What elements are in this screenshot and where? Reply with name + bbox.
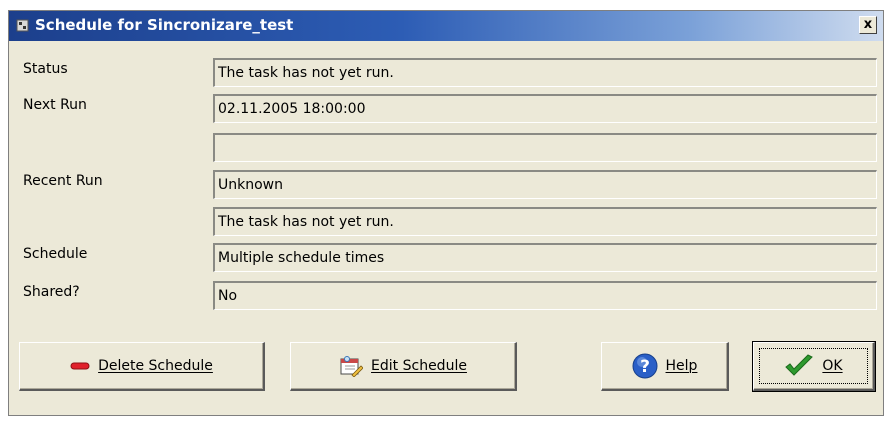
recent-run-status-field: The task has not yet run. [213,207,877,236]
delete-schedule-button[interactable]: Delete Schedule [19,342,265,391]
help-label: Help [665,358,698,374]
status-field: The task has not yet run. [213,58,877,87]
scheduler-app-icon [16,19,29,32]
edit-schedule-label: Edit Schedule [371,358,467,374]
close-icon: x [863,17,873,32]
svg-text:?: ? [640,357,650,377]
delete-schedule-label: Delete Schedule [98,358,213,374]
schedule-field: Multiple schedule times [213,243,877,272]
ok-button[interactable]: OK [752,341,876,392]
recent-run-label: Recent Run [23,173,103,189]
edit-schedule-button[interactable]: Edit Schedule [290,342,517,391]
recent-run-field: Unknown [213,170,877,199]
focus-rectangle [759,348,868,384]
shared-field: No [213,281,877,310]
next-run-extra-field [213,133,877,162]
title-bar[interactable]: Schedule for Sincronizare_test x [9,11,883,41]
shared-label: Shared? [23,284,80,300]
help-button[interactable]: ? Help [601,342,729,391]
next-run-field: 02.11.2005 18:00:00 [213,94,877,123]
close-button[interactable]: x [859,16,877,34]
status-label: Status [23,61,68,77]
help-icon: ? [632,353,658,379]
next-run-label: Next Run [23,97,87,113]
edit-schedule-icon [339,355,364,377]
window-title: Schedule for Sincronizare_test [35,16,294,34]
minus-icon [70,361,90,371]
schedule-dialog: Schedule for Sincronizare_test x Status … [8,10,884,416]
schedule-label: Schedule [23,246,88,262]
